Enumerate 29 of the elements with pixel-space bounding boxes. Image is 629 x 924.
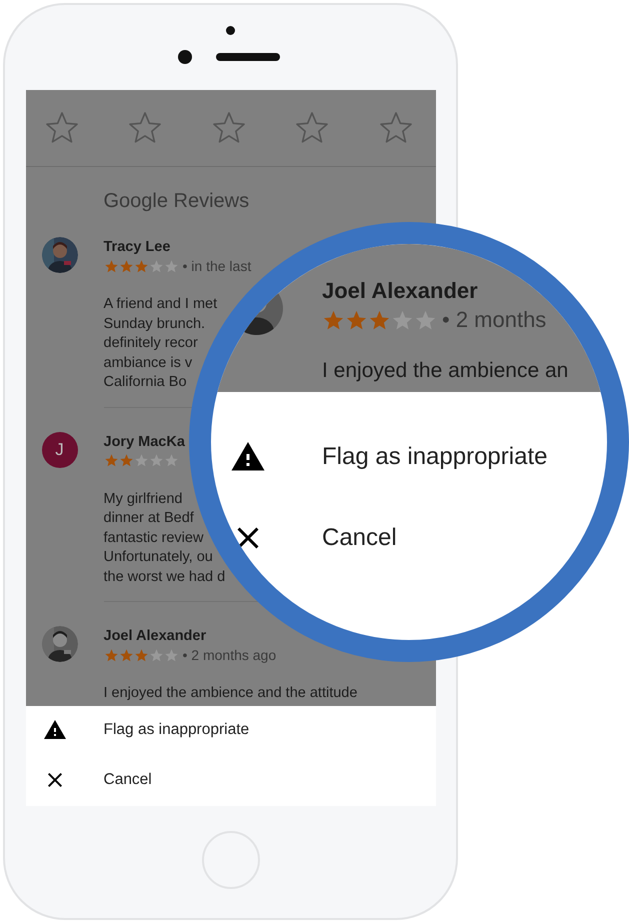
avatar: J <box>42 432 78 468</box>
reviewer-name: Jory MacKa <box>104 432 186 452</box>
warning-icon[interactable] <box>42 718 66 742</box>
review-text: fantastic review <box>104 528 204 548</box>
reviewer-name: Joel Alexander <box>104 627 208 646</box>
menu-item[interactable]: Flag as inappropriate <box>322 442 548 470</box>
review-date: • 2 months ago <box>182 647 276 663</box>
review-text: My girlfriend <box>104 490 182 508</box>
menu-item[interactable]: Cancel <box>322 524 397 552</box>
review-text: ambiance is v <box>104 354 192 372</box>
review-text: I enjoyed the ambience an <box>322 358 570 384</box>
reviewer-name: Tracy Lee <box>104 238 172 257</box>
review-date: • in the last <box>182 258 252 274</box>
reviewer-name: Joel Alexander <box>322 277 479 305</box>
speaker-icon <box>216 53 280 61</box>
review-text: A friend and I met <box>104 295 218 314</box>
review-text: California Bo <box>104 373 187 392</box>
review-text: definitely recor <box>104 334 198 353</box>
camera-icon <box>178 50 192 64</box>
review-text: Unfortunately, ou <box>104 548 213 567</box>
menu-item[interactable]: Flag as inappropriate <box>104 721 250 739</box>
section-title: Google Reviews <box>104 189 250 213</box>
review-text: the worst we had d <box>104 568 226 586</box>
review-date: • 2 months <box>442 307 546 333</box>
menu-item[interactable]: Cancel <box>104 771 152 789</box>
review-text: Sunday brunch. <box>104 314 206 334</box>
sensor-icon <box>226 26 235 35</box>
review-text: dinner at Bedf <box>104 509 194 528</box>
review-text: I enjoyed the ambience and the attitude <box>104 684 358 703</box>
